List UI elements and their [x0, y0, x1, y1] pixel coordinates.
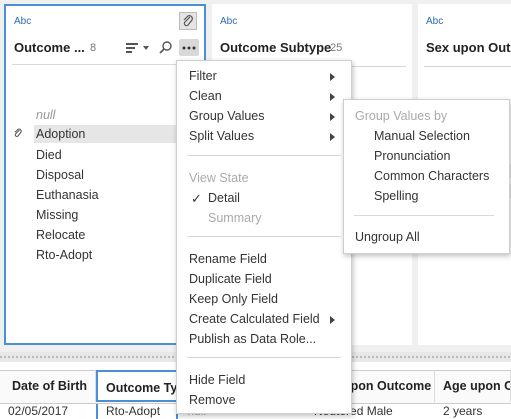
menu-separator: [187, 357, 341, 358]
submenu-item-manual-selection[interactable]: Manual Selection: [374, 129, 470, 143]
menu-item-rename-field[interactable]: Rename Field: [189, 252, 267, 266]
submenu-item-common-characters[interactable]: Common Characters: [374, 169, 489, 183]
menu-item-clean[interactable]: Clean: [189, 89, 222, 103]
menu-item-hide-field[interactable]: Hide Field: [189, 373, 245, 387]
submenu-item-spelling[interactable]: Spelling: [374, 189, 418, 203]
field-context-menu: Filter Clean Group Values Split Values V…: [176, 60, 352, 414]
menu-item-summary: Summary: [208, 211, 262, 225]
sort-dropdown-icon[interactable]: [143, 46, 149, 50]
submenu-arrow-icon: [330, 316, 335, 324]
value-adoption[interactable]: Adoption: [34, 125, 182, 143]
card-divider: [424, 66, 511, 67]
field-name[interactable]: Outcome Subtype: [220, 40, 331, 55]
grid-cell-outcome-type[interactable]: Rto-Adopt: [96, 404, 178, 419]
submenu-arrow-icon: [330, 73, 335, 81]
checkmark-icon: ✓: [191, 191, 202, 206]
menu-item-split-values[interactable]: Split Values: [189, 129, 254, 143]
value-missing[interactable]: Missing: [36, 208, 78, 222]
field-name[interactable]: Outcome ...: [14, 40, 88, 55]
grid-header-outcome-type[interactable]: Outcome Type: [96, 370, 178, 402]
value-died[interactable]: Died: [36, 148, 62, 162]
search-icon[interactable]: [159, 40, 173, 54]
submenu-arrow-icon: [330, 133, 335, 141]
menu-item-duplicate-field[interactable]: Duplicate Field: [189, 272, 272, 286]
more-options-icon[interactable]: [179, 39, 199, 56]
menu-item-create-calculated-field[interactable]: Create Calculated Field: [189, 312, 320, 326]
menu-separator: [187, 155, 341, 156]
menu-separator: [187, 236, 341, 237]
menu-item-publish-as-data-role[interactable]: Publish as Data Role...: [189, 332, 316, 346]
grid-header-age-upon-outcome[interactable]: Age upon Outcome: [435, 370, 511, 402]
menu-item-filter[interactable]: Filter: [189, 69, 217, 83]
value-null[interactable]: null: [36, 108, 55, 122]
string-type-icon: Abc: [14, 16, 32, 27]
distinct-count: 25: [330, 42, 343, 54]
paperclip-icon[interactable]: [179, 12, 197, 30]
menu-item-remove[interactable]: Remove: [189, 393, 236, 407]
menu-item-detail[interactable]: Detail: [208, 191, 240, 205]
value-rto-adopt[interactable]: Rto-Adopt: [36, 248, 92, 262]
submenu-arrow-icon: [330, 93, 335, 101]
grid-cell-date[interactable]: 02/05/2017: [0, 404, 96, 419]
submenu-arrow-icon: [330, 113, 335, 121]
menu-heading-view-state: View State: [189, 171, 249, 185]
value-relocate[interactable]: Relocate: [36, 228, 85, 242]
string-type-icon: Abc: [426, 16, 444, 27]
menu-item-keep-only-field[interactable]: Keep Only Field: [189, 292, 278, 306]
card-divider: [12, 64, 198, 65]
submenu-heading-group-values-by: Group Values by: [355, 109, 448, 123]
value-euthanasia[interactable]: Euthanasia: [36, 188, 99, 202]
submenu-item-ungroup-all[interactable]: Ungroup All: [355, 230, 420, 244]
menu-separator: [354, 215, 494, 216]
value-disposal[interactable]: Disposal: [36, 168, 84, 182]
distinct-count: 8: [90, 42, 97, 54]
group-values-submenu: Group Values by Manual Selection Pronunc…: [343, 99, 510, 254]
grid-header-date-of-birth[interactable]: Date of Birth: [4, 370, 96, 402]
sort-icon[interactable]: [125, 42, 139, 54]
field-name[interactable]: Sex upon Outco: [426, 40, 511, 55]
grid-cell-age[interactable]: 2 years: [435, 404, 511, 419]
submenu-item-pronunciation[interactable]: Pronunciation: [374, 149, 450, 163]
menu-item-group-values[interactable]: Group Values: [189, 109, 265, 123]
paperclip-small-icon: [12, 127, 24, 139]
string-type-icon: Abc: [220, 16, 238, 27]
